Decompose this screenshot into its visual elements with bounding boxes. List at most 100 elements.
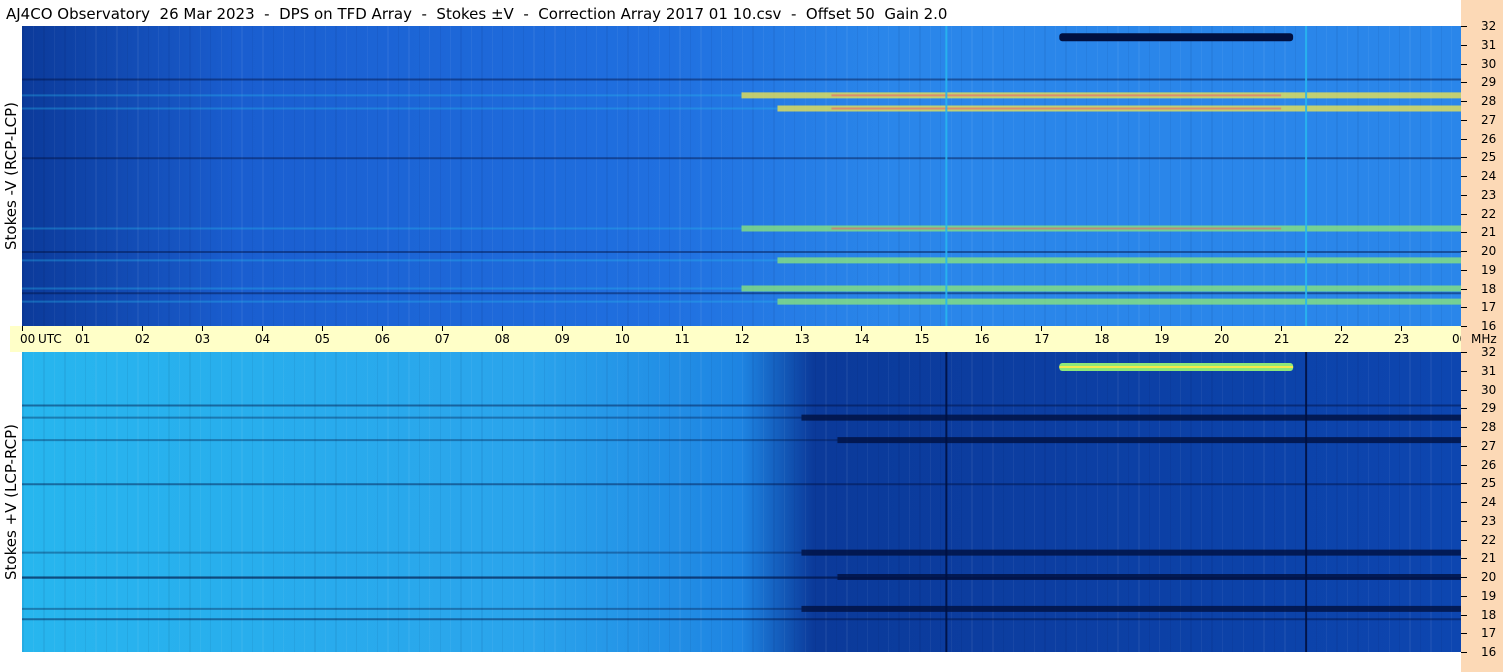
texture-column xyxy=(429,26,430,326)
frequency-band xyxy=(801,549,1461,556)
texture-column xyxy=(179,352,180,652)
frequency-tick xyxy=(1461,213,1467,215)
texture-column xyxy=(75,352,76,652)
texture-column xyxy=(1045,26,1046,326)
texture-column xyxy=(168,352,169,652)
texture-column xyxy=(628,352,629,652)
bottom-panel-ylabel: Stokes +V (LCP-RCP) xyxy=(0,352,22,652)
frequency-axis: 32 31 30 29 28 27 26 25 24 23 22 21 20 19 18 17 16 32 31 30… xyxy=(1461,0,1503,672)
frequency-tick-label: 16 xyxy=(1481,645,1497,659)
texture-column xyxy=(241,352,242,652)
texture-column xyxy=(158,26,159,326)
texture-column xyxy=(65,352,66,652)
texture-column xyxy=(22,26,23,326)
frequency-tick xyxy=(1461,63,1467,65)
frequency-tick xyxy=(1461,445,1467,447)
texture-column xyxy=(679,352,680,652)
texture-column xyxy=(482,352,483,652)
texture-column xyxy=(65,26,66,326)
texture-column xyxy=(419,352,420,652)
time-tick-label: 08 xyxy=(494,332,510,346)
frequency-tick xyxy=(1461,101,1467,102)
texture-column xyxy=(523,26,524,326)
texture-column xyxy=(283,26,284,326)
frequency-band-trace xyxy=(22,259,778,262)
texture-column xyxy=(22,352,23,652)
frequency-tick-label: 21 xyxy=(1481,551,1497,566)
texture-column xyxy=(346,26,347,326)
texture-column xyxy=(534,352,535,652)
frequency-tick-label: 22 xyxy=(1481,206,1497,221)
texture-column xyxy=(586,352,587,652)
texture-column xyxy=(617,26,618,326)
texture-column xyxy=(325,352,326,652)
frequency-tick-label: 18 xyxy=(1481,607,1497,622)
texture-column xyxy=(502,26,503,326)
time-tick-label: 20 xyxy=(1214,332,1230,346)
texture-column xyxy=(262,26,263,326)
time-tick xyxy=(921,326,923,331)
texture-column xyxy=(1201,26,1202,326)
texture-column xyxy=(54,26,55,326)
texture-column xyxy=(732,352,733,652)
time-tick-label: 19 xyxy=(1154,332,1170,346)
frequency-tick xyxy=(1461,520,1467,522)
time-tick xyxy=(621,326,623,331)
frequency-band-trace xyxy=(22,551,802,554)
texture-column xyxy=(1316,26,1317,326)
frequency-tick-label: 32 xyxy=(1481,19,1497,33)
time-tick xyxy=(1221,326,1223,331)
time-tick xyxy=(1101,326,1103,331)
texture-column xyxy=(825,26,826,326)
frequency-tick xyxy=(1461,370,1467,372)
top-panel-ylabel-text: Stokes -V (RCP-LCP) xyxy=(2,102,20,250)
texture-column xyxy=(481,352,482,652)
frequency-tick xyxy=(1461,558,1467,560)
frequency-tick xyxy=(1461,652,1467,653)
texture-column xyxy=(1263,26,1264,326)
texture-column xyxy=(993,26,994,326)
texture-column xyxy=(690,26,691,326)
texture-column xyxy=(669,352,670,652)
interference-line xyxy=(22,404,1461,407)
texture-column xyxy=(554,26,555,326)
frequency-tick-label: 29 xyxy=(1481,401,1497,416)
texture-column xyxy=(898,26,899,326)
time-tick-label: 13 xyxy=(794,332,810,346)
time-tick-label: 23 xyxy=(1394,332,1410,346)
texture-column xyxy=(794,26,795,326)
texture-column xyxy=(377,26,378,326)
texture-column xyxy=(1003,26,1004,326)
texture-column xyxy=(1024,26,1025,326)
texture-column xyxy=(1420,26,1421,326)
texture-column xyxy=(909,26,910,326)
frequency-tick xyxy=(1461,352,1467,353)
texture-column xyxy=(75,26,76,326)
texture-column xyxy=(513,352,514,652)
texture-column xyxy=(325,26,326,326)
texture-column xyxy=(137,26,138,326)
texture-column xyxy=(96,26,97,326)
texture-column xyxy=(335,352,336,652)
time-tick xyxy=(141,326,143,331)
texture-column xyxy=(951,26,952,326)
top-panel-ylabel: Stokes -V (RCP-LCP) xyxy=(0,26,22,326)
frequency-tick-label: 24 xyxy=(1481,169,1497,183)
time-tick xyxy=(1161,326,1163,331)
texture-column xyxy=(64,352,65,652)
texture-column xyxy=(533,352,534,652)
frequency-tick xyxy=(1461,269,1467,271)
frequency-tick-label: 32 xyxy=(1481,345,1497,359)
time-tick xyxy=(22,326,23,331)
texture-column xyxy=(1117,26,1118,326)
frequency-tick-label: 26 xyxy=(1481,457,1497,472)
frequency-band xyxy=(801,605,1461,612)
texture-column xyxy=(387,26,388,326)
frequency-tick-label: 17 xyxy=(1481,626,1497,641)
texture-column xyxy=(1190,26,1191,326)
frequency-tick-label: 29 xyxy=(1481,75,1497,90)
texture-column xyxy=(231,26,232,326)
frequency-tick xyxy=(1461,595,1467,597)
frequency-tick xyxy=(1461,288,1467,290)
time-tick xyxy=(1041,326,1043,331)
